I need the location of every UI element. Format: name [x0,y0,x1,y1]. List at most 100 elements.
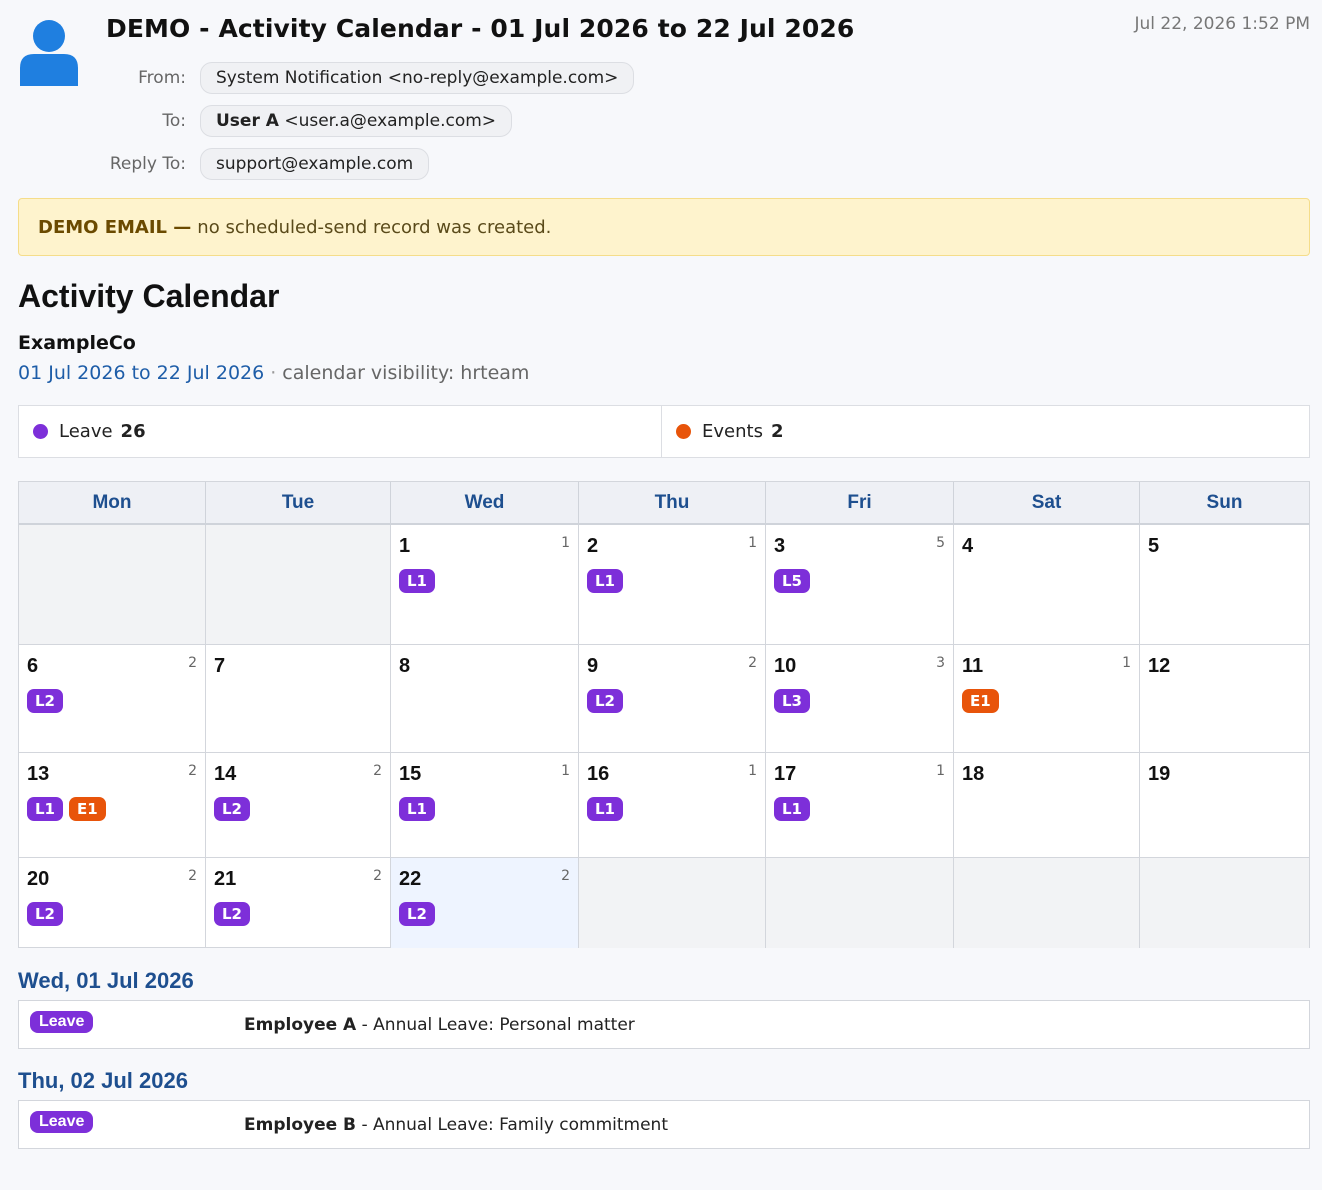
demo-banner-strong: DEMO EMAIL — [38,216,192,238]
calendar-day-cell[interactable]: 16 1 L1 [579,753,766,857]
day-number: 16 [587,763,610,785]
from-row: From: System Notification <no-reply@exam… [0,61,635,95]
day-item-count: 1 [561,535,570,551]
calendar-day-cell[interactable]: 3 5 L5 [766,525,954,644]
calendar-day-cell[interactable]: 6 2 L2 [19,645,206,752]
day-number: 19 [1148,763,1171,785]
calendar-empty-cell [579,858,766,948]
day-number: 14 [214,763,237,785]
calendar-day-cell[interactable]: 20 2 L2 [19,858,206,948]
event-badge[interactable]: E1 [962,689,999,713]
day-item-count: 1 [1122,655,1131,671]
day-item-count: 2 [373,868,382,884]
leave-badge[interactable]: L2 [587,689,623,713]
weekday-2: Wed [391,482,579,523]
day-number: 5 [1148,535,1160,557]
weekday-3: Thu [579,482,766,523]
summary-events: Events 2 [662,406,783,457]
calendar-day-cell[interactable]: 21 2 L2 [206,858,391,948]
day-number: 12 [1148,655,1171,677]
day-badges: L1 [399,797,570,821]
to-name: User A [216,111,279,131]
day-item-count: 2 [188,868,197,884]
day-detail-entry[interactable]: Leave Employee B - Annual Leave: Family c… [18,1100,1310,1149]
employee-name: Employee A [244,1015,357,1035]
email-subject: DEMO - Activity Calendar - 01 Jul 2026 t… [106,14,855,43]
demo-banner-text: no scheduled-send record was created. [197,216,552,238]
day-number: 10 [774,655,797,677]
calendar-day-cell[interactable]: 11 1 E1 [954,645,1140,752]
calendar-day-cell[interactable]: 1 1 L1 [391,525,579,644]
leave-badge[interactable]: L1 [27,797,63,821]
calendar-day-cell[interactable]: 18 [954,753,1140,857]
calendar-day-cell[interactable]: 15 1 L1 [391,753,579,857]
day-badges: L5 [774,569,945,593]
leave-badge[interactable]: L5 [774,569,810,593]
day-item-count: 2 [748,655,757,671]
calendar-week-row: 13 2 L1 E1 14 2 L2 15 1 L1 16 1 L1 17 1 L1 18 19 [19,753,1309,858]
weekday-0: Mon [19,482,206,523]
calendar-day-cell[interactable]: 8 [391,645,579,752]
summary-leave: Leave 26 [19,406,662,457]
reply-to-address[interactable]: support@example.com [200,148,430,180]
leave-badge[interactable]: L1 [399,569,435,593]
leave-badge[interactable]: L1 [774,797,810,821]
range-separator: · [270,362,277,384]
day-number: 13 [27,763,50,785]
calendar-day-cell[interactable]: 5 [1140,525,1309,644]
calendar-empty-cell [206,525,391,644]
leave-badge[interactable]: L2 [27,689,63,713]
day-number: 15 [399,763,422,785]
range-line: 01 Jul 2026 to 22 Jul 2026 · calendar visi… [18,362,529,384]
from-address[interactable]: System Notification <no-reply@example.co… [200,62,635,94]
calendar-day-cell[interactable]: 13 2 L1 E1 [19,753,206,857]
leave-badge[interactable]: L1 [399,797,435,821]
demo-banner: DEMO EMAIL — no scheduled-send record wa… [18,198,1310,256]
calendar-day-cell[interactable]: 2 1 L1 [579,525,766,644]
day-badges: L1 [399,569,570,593]
calendar-day-cell[interactable]: 19 [1140,753,1309,857]
day-item-count: 3 [936,655,945,671]
leave-badge[interactable]: L1 [587,569,623,593]
day-item-count: 2 [188,655,197,671]
weekday-5: Sat [954,482,1140,523]
event-badge[interactable]: E1 [69,797,106,821]
day-number: 9 [587,655,599,677]
day-number: 6 [27,655,39,677]
calendar-day-cell[interactable]: 14 2 L2 [206,753,391,857]
leave-dot-icon [33,424,48,439]
day-number: 8 [399,655,411,677]
calendar-day-cell[interactable]: 4 [954,525,1140,644]
calendar-day-cell[interactable]: 9 2 L2 [579,645,766,752]
leave-reason: - Annual Leave: Personal matter [361,1015,635,1035]
calendar-day-cell[interactable]: 10 3 L3 [766,645,954,752]
calendar-week-row: 20 2 L2 21 2 L2 22 2 L2 [19,858,1309,948]
leave-badge[interactable]: L1 [587,797,623,821]
calendar-day-cell[interactable]: 7 [206,645,391,752]
day-detail-entry[interactable]: Leave Employee A - Annual Leave: Personal… [18,1000,1310,1049]
leave-badge[interactable]: L2 [399,902,435,926]
day-badges: L2 [399,902,570,926]
to-address[interactable]: User A <user.a@example.com> [200,105,513,137]
summary-events-label: Events [702,421,763,442]
leave-tag: Leave [30,1111,94,1133]
leave-badge[interactable]: L2 [27,902,63,926]
event-dot-icon [676,424,691,439]
calendar-visibility: calendar visibility: hrteam [282,362,530,384]
weekday-4: Fri [766,482,954,523]
calendar-grid: Mon Tue Wed Thu Fri Sat Sun 1 1 L1 2 1 L1 3 5 L5 4 5 6 2 L2… [18,481,1310,948]
calendar-day-cell[interactable]: 17 1 L1 [766,753,954,857]
date-range: 01 Jul 2026 to 22 Jul 2026 [18,362,265,384]
day-number: 18 [962,763,985,785]
leave-badge[interactable]: L3 [774,689,810,713]
day-number: 11 [962,655,984,677]
calendar-day-cell[interactable]: 22 2 L2 [391,858,579,948]
leave-badge[interactable]: L2 [214,902,250,926]
reply-to-row: Reply To: support@example.com [0,147,430,181]
leave-reason: - Annual Leave: Family commitment [361,1115,668,1135]
day-badges: L2 [27,689,197,713]
day-badges: L2 [214,902,382,926]
calendar-day-cell[interactable]: 12 [1140,645,1309,752]
leave-badge[interactable]: L2 [214,797,250,821]
calendar-title: Activity Calendar [18,278,280,314]
